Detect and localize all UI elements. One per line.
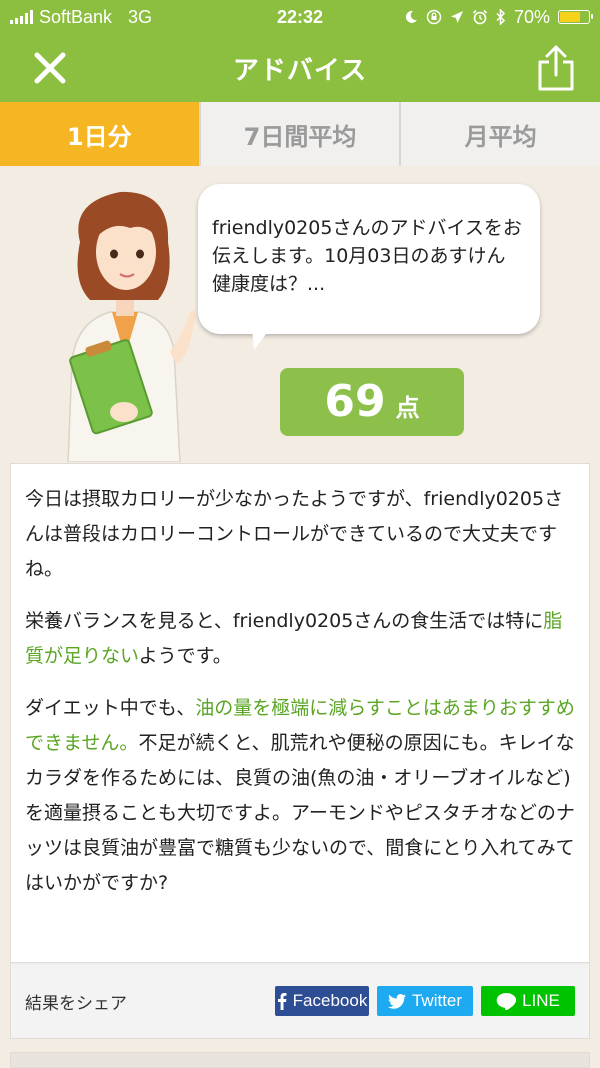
facebook-label: Facebook bbox=[292, 991, 368, 1010]
share-section: 結果をシェア Facebook Twitter LINE bbox=[10, 963, 590, 1039]
line-share-button[interactable]: LINE bbox=[481, 986, 575, 1016]
advisor-illustration bbox=[67, 191, 196, 462]
speech-bubble-tail bbox=[252, 326, 272, 350]
alarm-icon bbox=[472, 9, 488, 25]
advice-paragraph-calories: 今日は摂取カロリーが少なかったようですが、friendly0205さんは普段はカ… bbox=[25, 482, 579, 587]
health-score-value: 69 bbox=[324, 376, 386, 427]
share-icon[interactable] bbox=[534, 44, 578, 92]
advice-balance-text: 栄養バランスを見ると、friendly0205さんの食生活では特に bbox=[25, 610, 544, 632]
advice-oil-text-end: 不足が続くと、肌荒れや便秘の原因にも。キレイなカラダを作るためには、良質の油(魚… bbox=[25, 732, 575, 894]
page-title: アドバイス bbox=[232, 55, 368, 86]
advice-calories-text: 今日は摂取カロリーが少なかったようですが、friendly0205さんは普段はカ… bbox=[25, 488, 564, 580]
facebook-share-button[interactable]: Facebook bbox=[275, 986, 369, 1016]
health-score-unit: 点 bbox=[395, 394, 420, 422]
line-label: LINE bbox=[522, 991, 560, 1010]
twitter-share-button[interactable]: Twitter bbox=[377, 986, 473, 1016]
moon-icon bbox=[405, 10, 417, 23]
close-icon[interactable] bbox=[30, 48, 70, 88]
advice-paragraph-balance: 栄養バランスを見ると、friendly0205さんの食生活では特に脂質が足りない… bbox=[25, 604, 579, 674]
health-score-badge: 69 点 bbox=[280, 368, 464, 436]
tab-1-day[interactable]: 1日分 bbox=[0, 102, 199, 166]
location-icon bbox=[450, 11, 463, 23]
bluetooth-icon bbox=[496, 9, 506, 25]
status-bar: SoftBank 3G 22:32 70% bbox=[0, 0, 600, 34]
tab-7-day-average[interactable]: 7日間平均 bbox=[198, 102, 400, 166]
battery-icon bbox=[558, 10, 593, 24]
advice-hero: friendly0205さんのアドバイスをお伝えします。10月03日のあすけん健… bbox=[0, 166, 600, 462]
advice-oil-text: ダイエット中でも、 bbox=[25, 697, 196, 719]
battery-percentage: 70% bbox=[513, 6, 550, 27]
advice-paragraph-oil: ダイエット中でも、油の量を極端に減らすことはあまりおすすめできません。不足が続く… bbox=[25, 691, 579, 901]
lock-rotation-icon bbox=[426, 9, 442, 25]
carrier-name: SoftBank bbox=[39, 6, 113, 27]
period-tabs: 1日分 7日間平均 月平均 bbox=[0, 102, 600, 166]
tab-monthly-average[interactable]: 月平均 bbox=[399, 102, 600, 166]
line-icon bbox=[496, 993, 517, 1010]
network-type: 3G bbox=[128, 6, 153, 27]
share-label: 結果をシェア bbox=[25, 993, 127, 1014]
advice-card: 今日は摂取カロリーが少なかったようですが、friendly0205さんは普段はカ… bbox=[10, 463, 590, 963]
advice-intro-text: friendly0205さんのアドバイスをお伝えします。10月03日のあすけん健… bbox=[212, 217, 522, 295]
facebook-icon bbox=[277, 993, 287, 1010]
navigation-bar: アドバイス bbox=[0, 34, 600, 102]
twitter-label: Twitter bbox=[411, 991, 463, 1010]
next-card-edge bbox=[10, 1052, 590, 1068]
speech-bubble: friendly0205さんのアドバイスをお伝えします。10月03日のあすけん健… bbox=[198, 184, 540, 334]
advice-balance-text-end: ようです。 bbox=[138, 645, 232, 667]
signal-icon bbox=[10, 10, 33, 24]
twitter-icon bbox=[387, 993, 406, 1009]
